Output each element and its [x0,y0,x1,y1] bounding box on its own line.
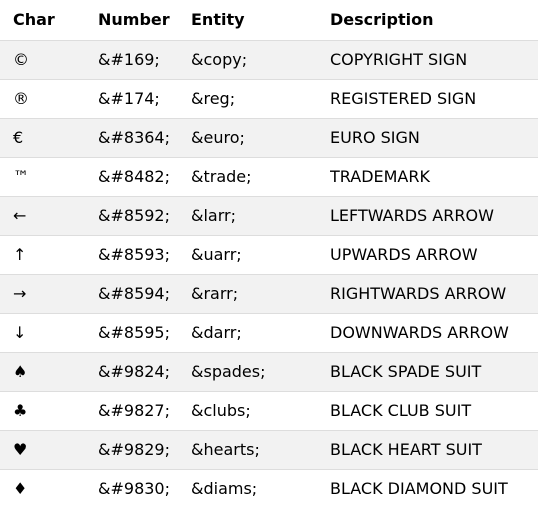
char-cell: ← [13,206,27,225]
char-cell: ♥ [13,440,28,459]
entity-cell: &trade; [191,167,252,186]
table-row: ↑ &#8593; &uarr; UPWARDS ARROW [0,235,538,274]
table-row: € &#8364; &euro; EURO SIGN [0,118,538,157]
table-row: ← &#8592; &larr; LEFTWARDS ARROW [0,196,538,235]
number-cell: &#9824; [98,362,170,381]
table-row: ♣ &#9827; &clubs; BLACK CLUB SUIT [0,391,538,430]
description-cell: BLACK SPADE SUIT [330,362,482,381]
description-cell: RIGHTWARDS ARROW [330,284,507,303]
char-cell: ♣ [13,401,28,420]
char-cell: → [13,284,27,303]
description-cell: BLACK DIAMOND SUIT [330,479,508,499]
table-header: Char Number Entity Description [0,0,538,40]
table-row: © &#169; &copy; COPYRIGHT SIGN [0,40,538,79]
table-body: © &#169; &copy; COPYRIGHT SIGN ® &#174; … [0,40,538,508]
entity-cell: &darr; [191,323,242,342]
table-row: → &#8594; &rarr; RIGHTWARDS ARROW [0,274,538,313]
number-cell: &#169; [98,50,160,69]
column-header-entity: Entity [191,10,245,30]
char-cell: ® [13,89,29,108]
char-cell: © [13,50,29,69]
entity-cell: &rarr; [191,284,239,303]
number-cell: &#9830; [98,479,170,499]
number-cell: &#8594; [98,284,170,303]
description-cell: BLACK CLUB SUIT [330,401,472,420]
table-row: ® &#174; &reg; REGISTERED SIGN [0,79,538,118]
column-header-number: Number [98,10,170,30]
description-cell: UPWARDS ARROW [330,245,478,264]
table-header-row: Char Number Entity Description [0,0,538,40]
number-cell: &#8592; [98,206,170,225]
column-header-description: Description [330,10,434,30]
description-cell: COPYRIGHT SIGN [330,50,468,69]
number-cell: &#8593; [98,245,170,264]
entity-cell: &reg; [191,89,236,108]
char-cell: ♠ [13,362,28,381]
number-cell: &#174; [98,89,160,108]
table-row: ↓ &#8595; &darr; DOWNWARDS ARROW [0,313,538,352]
number-cell: &#9829; [98,440,170,459]
description-cell: TRADEMARK [330,167,430,186]
description-cell: DOWNWARDS ARROW [330,323,509,342]
number-cell: &#8364; [98,128,170,147]
entity-cell: &copy; [191,50,248,69]
char-cell: ♦ [13,479,28,499]
char-cell: € [13,128,24,147]
entity-cell: &larr; [191,206,236,225]
char-cell: ↓ [13,323,27,342]
entity-cell: &uarr; [191,245,242,264]
char-cell: ↑ [13,245,27,264]
description-cell: REGISTERED SIGN [330,89,477,108]
html-entities-table: Char Number Entity Description © &#169; … [0,0,538,508]
char-cell: ™ [13,167,29,186]
entity-cell: &hearts; [191,440,260,459]
number-cell: &#8482; [98,167,170,186]
table-row: ♠ &#9824; &spades; BLACK SPADE SUIT [0,352,538,391]
entity-cell: &clubs; [191,401,251,420]
number-cell: &#9827; [98,401,170,420]
entity-cell: &diams; [191,479,258,499]
number-cell: &#8595; [98,323,170,342]
description-cell: EURO SIGN [330,128,420,147]
entity-cell: &spades; [191,362,266,381]
table-row: ♦ &#9830; &diams; BLACK DIAMOND SUIT [0,469,538,508]
table-row: ™ &#8482; &trade; TRADEMARK [0,157,538,196]
table-row: ♥ &#9829; &hearts; BLACK HEART SUIT [0,430,538,469]
column-header-char: Char [13,10,55,30]
description-cell: BLACK HEART SUIT [330,440,482,459]
entity-cell: &euro; [191,128,245,147]
description-cell: LEFTWARDS ARROW [330,206,494,225]
